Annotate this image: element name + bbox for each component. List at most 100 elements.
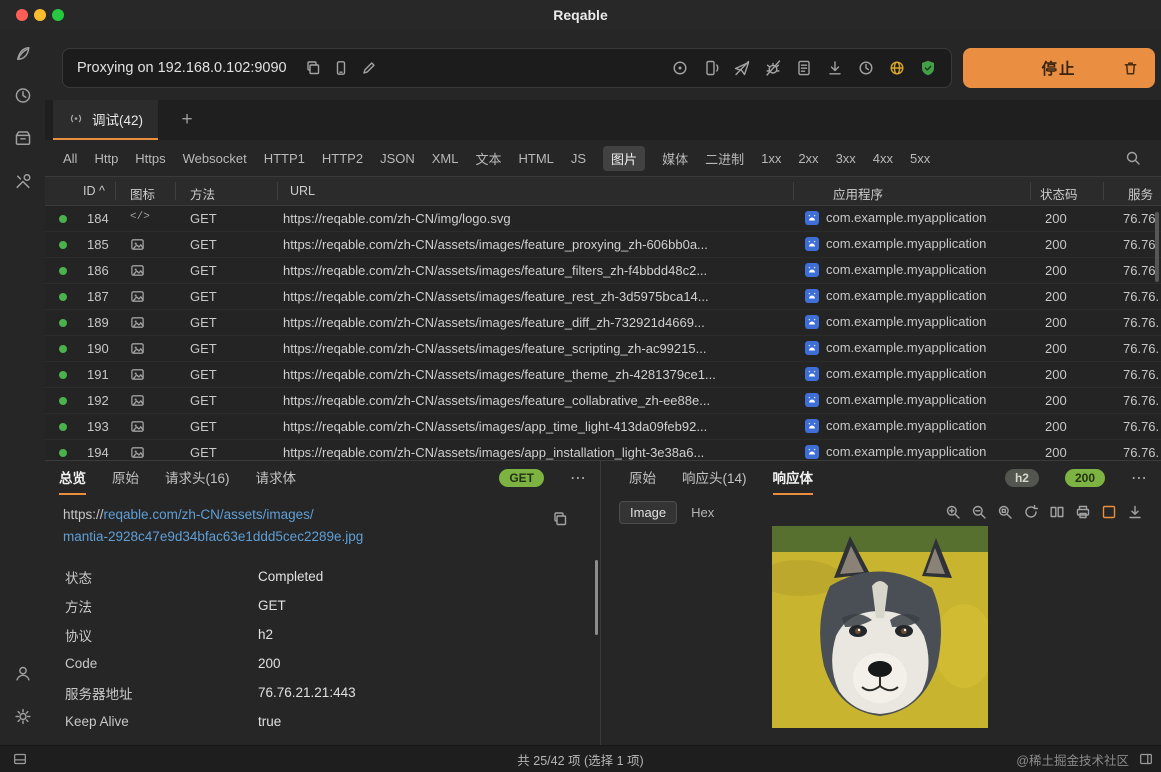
- filter-5xx[interactable]: 5xx: [910, 151, 930, 166]
- column-id[interactable]: ID ^: [83, 184, 105, 198]
- history-clock-icon[interactable]: [857, 59, 875, 77]
- more-icon[interactable]: ⋯: [1131, 468, 1147, 488]
- script-file-icon[interactable]: [795, 59, 813, 77]
- tab-response-body[interactable]: 响应体: [772, 461, 814, 495]
- filter-http1[interactable]: HTTP1: [264, 151, 305, 166]
- column-app[interactable]: 应用程序: [833, 184, 883, 203]
- tab-response-raw[interactable]: 原始: [629, 461, 656, 495]
- cell-app: com.example.myapplication: [826, 418, 987, 433]
- mobile-device-icon[interactable]: [333, 60, 349, 76]
- debug-feather-icon[interactable]: [13, 44, 32, 63]
- download-icon[interactable]: [826, 59, 844, 77]
- filter-xml[interactable]: XML: [432, 151, 459, 166]
- filter-js[interactable]: JS: [571, 151, 586, 166]
- plane-off-icon[interactable]: [733, 59, 751, 77]
- proxy-address-bar[interactable]: Proxying on 192.168.0.102:9090: [62, 48, 952, 88]
- status-dot: [59, 241, 67, 249]
- column-divider[interactable]: [277, 182, 278, 200]
- table-row[interactable]: 191 GET https://reqable.com/zh-CN/assets…: [45, 362, 1161, 388]
- filter-websocket[interactable]: Websocket: [183, 151, 247, 166]
- filter-http[interactable]: Http: [94, 151, 118, 166]
- copy-icon[interactable]: [305, 60, 321, 76]
- tab-request-body[interactable]: 请求体: [256, 461, 297, 495]
- table-row[interactable]: 185 GET https://reqable.com/zh-CN/assets…: [45, 232, 1161, 258]
- more-icon[interactable]: ⋯: [570, 468, 586, 488]
- account-icon[interactable]: [13, 664, 32, 683]
- collection-box-icon[interactable]: [13, 129, 32, 148]
- table-row[interactable]: 189 GET https://reqable.com/zh-CN/assets…: [45, 310, 1161, 336]
- zoom-reset-icon[interactable]: [997, 504, 1013, 520]
- mirror-icon[interactable]: [1049, 504, 1065, 520]
- table-row[interactable]: 184 </> GET https://reqable.com/zh-CN/im…: [45, 206, 1161, 232]
- cell-status: 200: [1045, 341, 1067, 356]
- table-row[interactable]: 187 GET https://reqable.com/zh-CN/assets…: [45, 284, 1161, 310]
- table-row[interactable]: 193 GET https://reqable.com/zh-CN/assets…: [45, 414, 1161, 440]
- field-row: 方法 GET: [45, 591, 600, 620]
- tab-overview[interactable]: 总览: [59, 461, 86, 495]
- new-tab-button[interactable]: +: [175, 108, 199, 132]
- tab-request-headers[interactable]: 请求头(16): [165, 461, 230, 495]
- filter-all[interactable]: All: [63, 151, 77, 166]
- table-scrollbar[interactable]: [1155, 212, 1159, 282]
- filter-binary[interactable]: 二进制: [705, 149, 744, 168]
- table-row[interactable]: 190 GET https://reqable.com/zh-CN/assets…: [45, 336, 1161, 362]
- filter-html[interactable]: HTML: [518, 151, 553, 166]
- history-icon[interactable]: [13, 86, 32, 105]
- panel-right-icon[interactable]: [1138, 751, 1154, 767]
- bug-off-icon[interactable]: [764, 59, 782, 77]
- border-frame-icon[interactable]: [1101, 504, 1117, 520]
- url-host-path[interactable]: reqable.com/zh-CN/assets/images/: [104, 507, 314, 522]
- device-proxy-icon[interactable]: [702, 59, 720, 77]
- search-icon[interactable]: [1125, 150, 1141, 166]
- column-url[interactable]: URL: [290, 184, 315, 198]
- hex-mode-button[interactable]: Hex: [691, 505, 714, 520]
- toolbox-icon[interactable]: [13, 172, 32, 191]
- edit-pencil-icon[interactable]: [361, 60, 377, 76]
- column-divider[interactable]: [1103, 182, 1104, 200]
- app-icon: [805, 392, 819, 407]
- globe-icon[interactable]: [888, 59, 906, 77]
- field-row: Keep Alive true: [45, 707, 600, 736]
- filter-http2[interactable]: HTTP2: [322, 151, 363, 166]
- filter-3xx[interactable]: 3xx: [836, 151, 856, 166]
- filter-1xx[interactable]: 1xx: [761, 151, 781, 166]
- rotate-icon[interactable]: [1023, 504, 1039, 520]
- image-mode-button[interactable]: Image: [619, 500, 678, 524]
- status-dot: [59, 319, 67, 327]
- column-divider[interactable]: [115, 182, 116, 200]
- filter-4xx[interactable]: 4xx: [873, 151, 893, 166]
- column-divider[interactable]: [793, 182, 794, 200]
- tab-response-headers[interactable]: 响应头(14): [682, 461, 747, 495]
- tab-debug[interactable]: 调试(42): [53, 100, 159, 140]
- column-method[interactable]: 方法: [190, 184, 215, 203]
- settings-gear-icon[interactable]: [13, 707, 32, 726]
- filter-image-active[interactable]: 图片: [603, 145, 646, 171]
- trash-icon[interactable]: [1122, 60, 1139, 77]
- filter-2xx[interactable]: 2xx: [798, 151, 818, 166]
- save-icon[interactable]: [1127, 504, 1143, 520]
- column-divider[interactable]: [175, 182, 176, 200]
- url-file[interactable]: mantia-2928c47e9d34bfac63e1ddd5cec2289e.…: [63, 529, 363, 544]
- column-divider[interactable]: [1030, 182, 1031, 200]
- zoom-out-icon[interactable]: [971, 504, 987, 520]
- table-row[interactable]: 192 GET https://reqable.com/zh-CN/assets…: [45, 388, 1161, 414]
- filter-text[interactable]: 文本: [475, 149, 501, 168]
- cell-id: 190: [87, 341, 109, 356]
- stop-button[interactable]: 停止: [963, 48, 1155, 88]
- filter-media[interactable]: 媒体: [662, 149, 688, 168]
- console-panel-icon[interactable]: [12, 751, 28, 767]
- request-panel-scrollbar[interactable]: [595, 560, 598, 635]
- ssl-shield-icon[interactable]: [919, 59, 937, 77]
- field-label: 服务器地址: [65, 686, 133, 702]
- column-icon[interactable]: 图标: [130, 184, 155, 203]
- zoom-in-icon[interactable]: [945, 504, 961, 520]
- table-row[interactable]: 186 GET https://reqable.com/zh-CN/assets…: [45, 258, 1161, 284]
- column-status[interactable]: 状态码: [1040, 184, 1078, 203]
- filter-json[interactable]: JSON: [380, 151, 415, 166]
- table-row[interactable]: 194 GET https://reqable.com/zh-CN/assets…: [45, 440, 1161, 460]
- filter-https[interactable]: Https: [135, 151, 165, 166]
- print-icon[interactable]: [1075, 504, 1091, 520]
- target-icon[interactable]: [671, 59, 689, 77]
- copy-url-icon[interactable]: [552, 511, 568, 527]
- tab-raw[interactable]: 原始: [112, 461, 139, 495]
